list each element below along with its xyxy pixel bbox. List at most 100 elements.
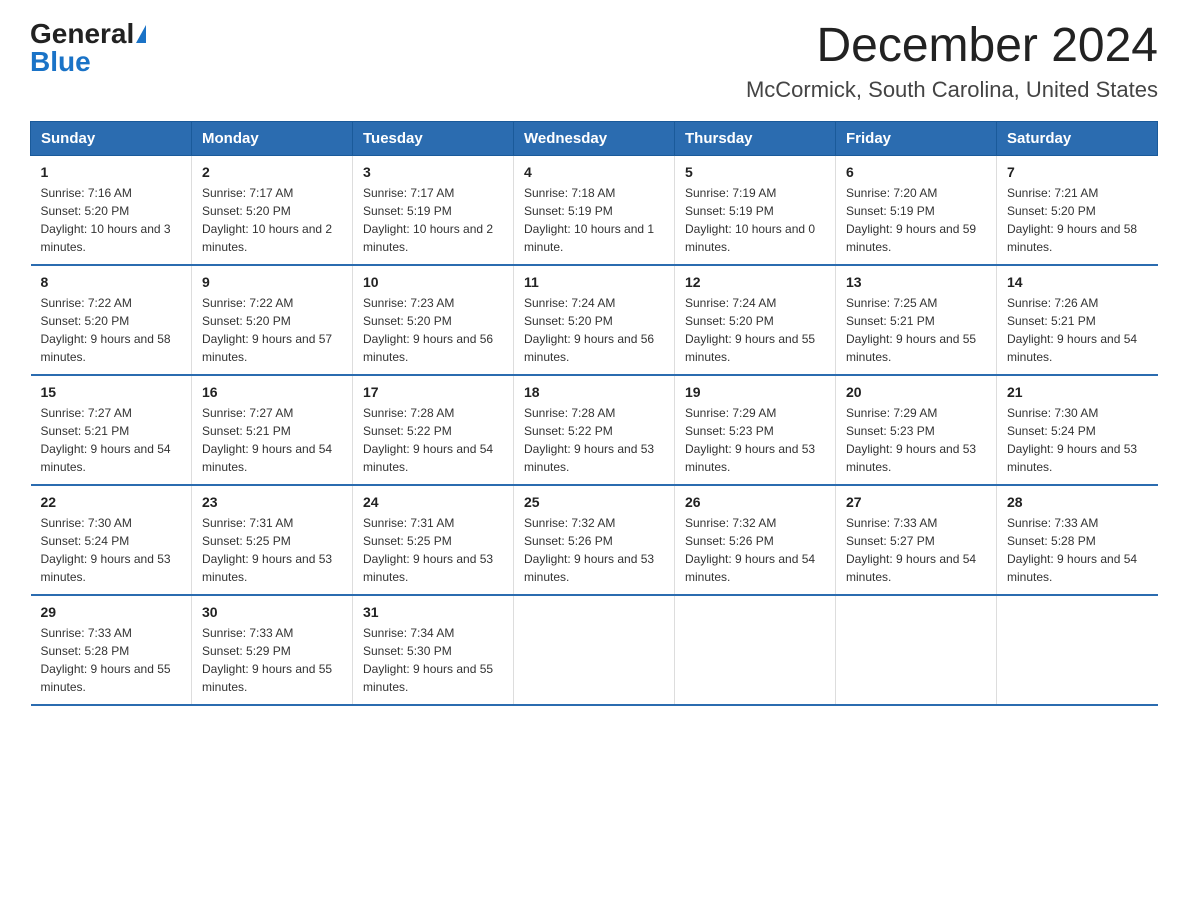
calendar-cell: 27 Sunrise: 7:33 AM Sunset: 5:27 PM Dayl…	[836, 485, 997, 595]
day-number: 13	[846, 274, 986, 290]
day-number: 31	[363, 604, 503, 620]
calendar-cell: 6 Sunrise: 7:20 AM Sunset: 5:19 PM Dayli…	[836, 155, 997, 265]
day-info: Sunrise: 7:32 AM Sunset: 5:26 PM Dayligh…	[685, 514, 825, 586]
weekday-header-friday: Friday	[836, 121, 997, 155]
day-info: Sunrise: 7:24 AM Sunset: 5:20 PM Dayligh…	[524, 294, 664, 366]
calendar-cell: 12 Sunrise: 7:24 AM Sunset: 5:20 PM Dayl…	[675, 265, 836, 375]
calendar-cell	[997, 595, 1158, 705]
calendar-cell: 21 Sunrise: 7:30 AM Sunset: 5:24 PM Dayl…	[997, 375, 1158, 485]
day-info: Sunrise: 7:28 AM Sunset: 5:22 PM Dayligh…	[524, 404, 664, 476]
calendar-week-row: 8 Sunrise: 7:22 AM Sunset: 5:20 PM Dayli…	[31, 265, 1158, 375]
day-info: Sunrise: 7:20 AM Sunset: 5:19 PM Dayligh…	[846, 184, 986, 256]
logo-arrow-icon	[136, 25, 146, 43]
day-number: 15	[41, 384, 182, 400]
calendar-cell	[514, 595, 675, 705]
day-info: Sunrise: 7:33 AM Sunset: 5:27 PM Dayligh…	[846, 514, 986, 586]
day-number: 8	[41, 274, 182, 290]
day-info: Sunrise: 7:26 AM Sunset: 5:21 PM Dayligh…	[1007, 294, 1148, 366]
calendar-cell: 17 Sunrise: 7:28 AM Sunset: 5:22 PM Dayl…	[353, 375, 514, 485]
day-info: Sunrise: 7:25 AM Sunset: 5:21 PM Dayligh…	[846, 294, 986, 366]
calendar-week-row: 22 Sunrise: 7:30 AM Sunset: 5:24 PM Dayl…	[31, 485, 1158, 595]
day-number: 23	[202, 494, 342, 510]
calendar-cell: 31 Sunrise: 7:34 AM Sunset: 5:30 PM Dayl…	[353, 595, 514, 705]
day-info: Sunrise: 7:22 AM Sunset: 5:20 PM Dayligh…	[41, 294, 182, 366]
day-number: 22	[41, 494, 182, 510]
day-info: Sunrise: 7:19 AM Sunset: 5:19 PM Dayligh…	[685, 184, 825, 256]
calendar-cell: 16 Sunrise: 7:27 AM Sunset: 5:21 PM Dayl…	[192, 375, 353, 485]
day-number: 19	[685, 384, 825, 400]
day-number: 16	[202, 384, 342, 400]
day-info: Sunrise: 7:27 AM Sunset: 5:21 PM Dayligh…	[41, 404, 182, 476]
calendar-cell: 4 Sunrise: 7:18 AM Sunset: 5:19 PM Dayli…	[514, 155, 675, 265]
calendar-cell: 5 Sunrise: 7:19 AM Sunset: 5:19 PM Dayli…	[675, 155, 836, 265]
calendar-cell: 29 Sunrise: 7:33 AM Sunset: 5:28 PM Dayl…	[31, 595, 192, 705]
day-number: 24	[363, 494, 503, 510]
logo-blue-text: Blue	[30, 46, 91, 77]
calendar-week-row: 1 Sunrise: 7:16 AM Sunset: 5:20 PM Dayli…	[31, 155, 1158, 265]
day-info: Sunrise: 7:22 AM Sunset: 5:20 PM Dayligh…	[202, 294, 342, 366]
day-number: 14	[1007, 274, 1148, 290]
calendar-cell: 7 Sunrise: 7:21 AM Sunset: 5:20 PM Dayli…	[997, 155, 1158, 265]
day-number: 21	[1007, 384, 1148, 400]
calendar-cell: 2 Sunrise: 7:17 AM Sunset: 5:20 PM Dayli…	[192, 155, 353, 265]
logo-general-text: General	[30, 20, 134, 48]
day-info: Sunrise: 7:27 AM Sunset: 5:21 PM Dayligh…	[202, 404, 342, 476]
day-number: 11	[524, 274, 664, 290]
day-info: Sunrise: 7:18 AM Sunset: 5:19 PM Dayligh…	[524, 184, 664, 256]
day-info: Sunrise: 7:33 AM Sunset: 5:28 PM Dayligh…	[41, 624, 182, 696]
day-number: 12	[685, 274, 825, 290]
day-info: Sunrise: 7:24 AM Sunset: 5:20 PM Dayligh…	[685, 294, 825, 366]
weekday-header-thursday: Thursday	[675, 121, 836, 155]
day-number: 5	[685, 164, 825, 180]
weekday-header-sunday: Sunday	[31, 121, 192, 155]
day-number: 25	[524, 494, 664, 510]
weekday-header-row: SundayMondayTuesdayWednesdayThursdayFrid…	[31, 121, 1158, 155]
day-info: Sunrise: 7:29 AM Sunset: 5:23 PM Dayligh…	[685, 404, 825, 476]
day-info: Sunrise: 7:30 AM Sunset: 5:24 PM Dayligh…	[1007, 404, 1148, 476]
day-info: Sunrise: 7:32 AM Sunset: 5:26 PM Dayligh…	[524, 514, 664, 586]
calendar-cell: 30 Sunrise: 7:33 AM Sunset: 5:29 PM Dayl…	[192, 595, 353, 705]
calendar-cell: 28 Sunrise: 7:33 AM Sunset: 5:28 PM Dayl…	[997, 485, 1158, 595]
day-number: 9	[202, 274, 342, 290]
logo: General Blue	[30, 20, 146, 76]
page-header: General Blue December 2024 McCormick, So…	[30, 20, 1158, 103]
day-info: Sunrise: 7:17 AM Sunset: 5:20 PM Dayligh…	[202, 184, 342, 256]
calendar-cell: 14 Sunrise: 7:26 AM Sunset: 5:21 PM Dayl…	[997, 265, 1158, 375]
calendar-cell	[836, 595, 997, 705]
day-number: 18	[524, 384, 664, 400]
day-number: 17	[363, 384, 503, 400]
calendar-week-row: 29 Sunrise: 7:33 AM Sunset: 5:28 PM Dayl…	[31, 595, 1158, 705]
weekday-header-monday: Monday	[192, 121, 353, 155]
calendar-cell: 23 Sunrise: 7:31 AM Sunset: 5:25 PM Dayl…	[192, 485, 353, 595]
calendar-cell: 1 Sunrise: 7:16 AM Sunset: 5:20 PM Dayli…	[31, 155, 192, 265]
calendar-cell: 9 Sunrise: 7:22 AM Sunset: 5:20 PM Dayli…	[192, 265, 353, 375]
day-number: 29	[41, 604, 182, 620]
location-title: McCormick, South Carolina, United States	[746, 77, 1158, 103]
day-info: Sunrise: 7:16 AM Sunset: 5:20 PM Dayligh…	[41, 184, 182, 256]
day-number: 7	[1007, 164, 1148, 180]
day-number: 2	[202, 164, 342, 180]
calendar-cell: 26 Sunrise: 7:32 AM Sunset: 5:26 PM Dayl…	[675, 485, 836, 595]
calendar-cell: 22 Sunrise: 7:30 AM Sunset: 5:24 PM Dayl…	[31, 485, 192, 595]
day-info: Sunrise: 7:21 AM Sunset: 5:20 PM Dayligh…	[1007, 184, 1148, 256]
calendar-cell: 13 Sunrise: 7:25 AM Sunset: 5:21 PM Dayl…	[836, 265, 997, 375]
day-info: Sunrise: 7:33 AM Sunset: 5:28 PM Dayligh…	[1007, 514, 1148, 586]
weekday-header-wednesday: Wednesday	[514, 121, 675, 155]
calendar-cell: 18 Sunrise: 7:28 AM Sunset: 5:22 PM Dayl…	[514, 375, 675, 485]
calendar-cell: 25 Sunrise: 7:32 AM Sunset: 5:26 PM Dayl…	[514, 485, 675, 595]
day-info: Sunrise: 7:23 AM Sunset: 5:20 PM Dayligh…	[363, 294, 503, 366]
calendar-header: SundayMondayTuesdayWednesdayThursdayFrid…	[31, 121, 1158, 155]
calendar-cell	[675, 595, 836, 705]
calendar-cell: 24 Sunrise: 7:31 AM Sunset: 5:25 PM Dayl…	[353, 485, 514, 595]
month-title: December 2024	[746, 20, 1158, 73]
day-info: Sunrise: 7:29 AM Sunset: 5:23 PM Dayligh…	[846, 404, 986, 476]
day-number: 1	[41, 164, 182, 180]
day-number: 20	[846, 384, 986, 400]
day-number: 4	[524, 164, 664, 180]
day-number: 27	[846, 494, 986, 510]
weekday-header-tuesday: Tuesday	[353, 121, 514, 155]
day-info: Sunrise: 7:28 AM Sunset: 5:22 PM Dayligh…	[363, 404, 503, 476]
day-info: Sunrise: 7:17 AM Sunset: 5:19 PM Dayligh…	[363, 184, 503, 256]
day-info: Sunrise: 7:34 AM Sunset: 5:30 PM Dayligh…	[363, 624, 503, 696]
title-area: December 2024 McCormick, South Carolina,…	[746, 20, 1158, 103]
